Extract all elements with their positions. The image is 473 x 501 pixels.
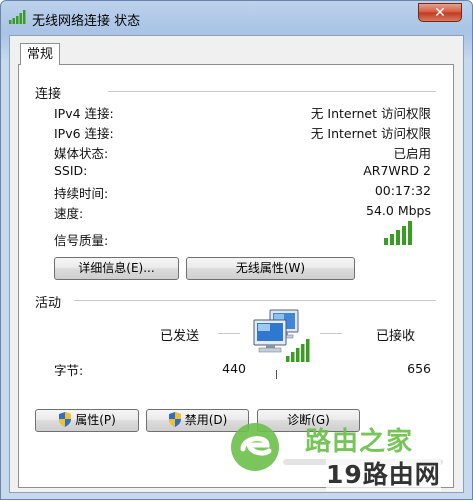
properties-button-label: 属性(P) <box>75 413 116 427</box>
watermark-brand: 路由之家 <box>305 427 414 457</box>
uac-shield-icon <box>168 412 181 427</box>
tab-general-label: 常规 <box>26 47 53 62</box>
details-button[interactable]: 详细信息(E)... <box>54 257 179 280</box>
ipv6-value: 无 Internet 访问权限 <box>310 126 431 141</box>
activity-section-label: 活动 <box>35 296 62 311</box>
ipv4-value: 无 Internet 访问权限 <box>310 106 431 121</box>
duration-value: 00:17:32 <box>374 183 431 198</box>
signal-quality-label: 信号质量: <box>54 233 109 248</box>
bytes-received-value: 656 <box>407 361 431 376</box>
received-divider <box>320 333 342 335</box>
watermark-site: 19路由网 <box>326 455 441 491</box>
ipv6-label: IPv6 连接: <box>54 126 114 141</box>
window-title: 无线网络连接 状态 <box>32 14 141 29</box>
sent-divider <box>218 333 240 335</box>
connection-section-label: 连接 <box>35 87 62 102</box>
properties-button[interactable]: 属性(P) <box>35 409 139 432</box>
disable-button-label: 禁用(D) <box>184 413 228 427</box>
sent-label: 已发送 <box>160 329 200 344</box>
wireless-properties-button[interactable]: 无线属性(W) <box>186 257 355 280</box>
tab-general[interactable]: 常规 <box>20 43 60 65</box>
activity-tick <box>276 370 277 379</box>
close-icon: ✕ <box>434 5 446 21</box>
bytes-label: 字节: <box>54 363 84 378</box>
activity-divider <box>74 300 436 302</box>
ssid-value: AR7WRD 2 <box>363 163 431 178</box>
network-computers-icon <box>253 309 310 362</box>
wireless-signal-icon <box>9 10 26 24</box>
media-state-label: 媒体状态: <box>54 146 109 161</box>
title-bar[interactable]: 无线网络连接 状态 ✕ <box>1 1 472 35</box>
connection-divider <box>108 91 436 93</box>
ipv4-label: IPv4 连接: <box>54 106 114 121</box>
disable-button[interactable]: 禁用(D) <box>146 409 249 432</box>
status-window: 无线网络连接 状态 ✕ 常规 连接 IPv4 连接: 无 Internet 访问… <box>0 0 473 500</box>
uac-shield-icon <box>59 412 72 427</box>
close-button[interactable]: ✕ <box>418 3 462 22</box>
speed-value: 54.0 Mbps <box>366 203 431 218</box>
bytes-sent-value: 440 <box>222 361 246 376</box>
media-state-value: 已启用 <box>393 146 431 161</box>
duration-label: 持续时间: <box>54 186 109 201</box>
received-label: 已接收 <box>376 329 416 344</box>
speed-label: 速度: <box>54 206 84 221</box>
ssid-label: SSID: <box>54 163 88 178</box>
signal-quality-icon <box>384 221 412 245</box>
